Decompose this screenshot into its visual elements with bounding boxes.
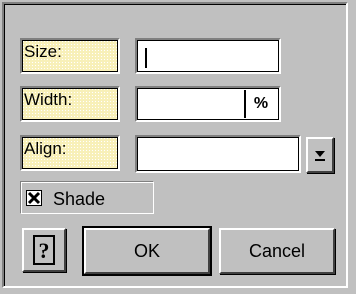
text-caret [145,48,147,68]
width-unit-percent: % [244,90,276,118]
help-icon: ? [33,235,55,265]
checkmark-x-icon [27,191,41,205]
width-label: Width: [20,86,120,122]
width-input[interactable]: % [135,86,281,122]
width-label-text: Width: [24,90,73,109]
size-input[interactable] [135,38,281,74]
help-button[interactable]: ? [22,228,66,272]
horizontal-rule-dialog: Size: Width: % Align: Shade ? OK Cancel [0,0,356,294]
shade-label: Shade [53,189,106,209]
align-label-text: Align: [24,139,67,158]
svg-text:?: ? [39,238,50,263]
shade-checkbox[interactable] [26,190,42,206]
dropdown-arrow-icon [315,151,325,161]
ok-label: OK [133,241,160,261]
align-label: Align: [20,135,120,171]
size-label-text: Size: [24,42,62,61]
align-select[interactable] [135,135,301,173]
size-label: Size: [20,38,120,74]
cancel-label: Cancel [248,241,306,261]
cancel-button[interactable]: Cancel [219,228,335,274]
align-dropdown-button[interactable] [306,137,334,173]
shade-checkbox-panel: Shade [20,181,154,214]
ok-button[interactable]: OK [82,226,212,276]
